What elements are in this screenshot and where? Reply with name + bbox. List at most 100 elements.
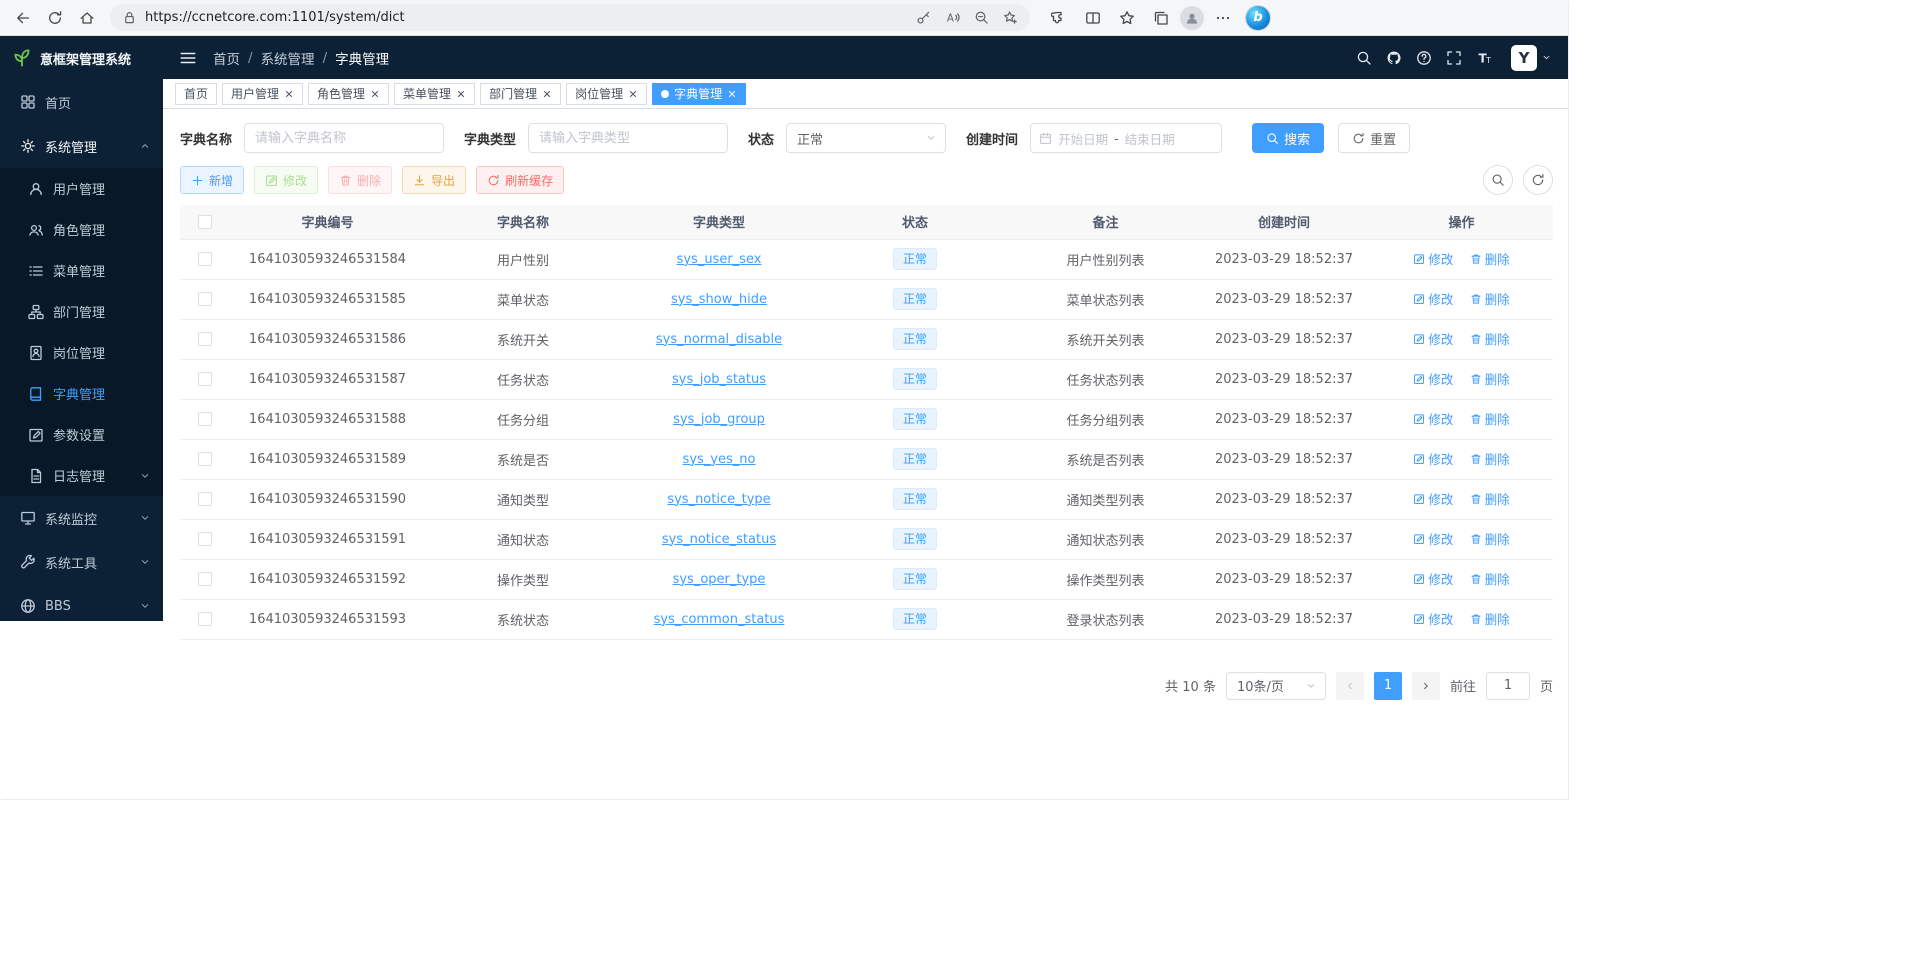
- sidebar-item-home[interactable]: 首页: [0, 80, 163, 124]
- row-edit-link[interactable]: 修改: [1413, 249, 1453, 268]
- row-edit-link[interactable]: 修改: [1413, 609, 1453, 628]
- user-avatar[interactable]: Y: [1511, 45, 1537, 71]
- close-icon[interactable]: [727, 89, 737, 99]
- tab-menu-mgmt[interactable]: 菜单管理: [394, 83, 475, 105]
- close-icon[interactable]: [370, 89, 380, 99]
- avatar-caret-icon[interactable]: [1541, 52, 1552, 63]
- add-favorite-icon[interactable]: [1003, 10, 1018, 25]
- next-page-button[interactable]: [1412, 672, 1440, 700]
- tab-dept-mgmt[interactable]: 部门管理: [480, 83, 561, 105]
- row-delete-link[interactable]: 删除: [1470, 369, 1510, 388]
- fullscreen-icon[interactable]: [1439, 43, 1469, 73]
- sidebar-item-system-tools[interactable]: 系统工具: [0, 540, 163, 584]
- row-checkbox[interactable]: [198, 452, 212, 466]
- row-checkbox[interactable]: [198, 372, 212, 386]
- row-edit-link[interactable]: 修改: [1413, 569, 1453, 588]
- reset-button[interactable]: 重置: [1338, 123, 1410, 153]
- tab-home[interactable]: 首页: [175, 83, 217, 105]
- row-checkbox[interactable]: [198, 492, 212, 506]
- sidebar-item-bbs[interactable]: BBS: [0, 584, 163, 621]
- favorites-icon[interactable]: [1112, 4, 1142, 32]
- browser-home-button[interactable]: [72, 4, 102, 32]
- row-checkbox[interactable]: [198, 252, 212, 266]
- row-checkbox[interactable]: [198, 292, 212, 306]
- row-checkbox[interactable]: [198, 412, 212, 426]
- row-checkbox[interactable]: [198, 332, 212, 346]
- tab-dict-mgmt[interactable]: 字典管理: [652, 83, 746, 105]
- browser-profile-avatar[interactable]: [1180, 6, 1204, 30]
- browser-menu-icon[interactable]: [1208, 4, 1238, 32]
- add-button[interactable]: 新增: [180, 166, 244, 194]
- close-icon[interactable]: [284, 89, 294, 99]
- goto-page-input[interactable]: [1486, 672, 1530, 700]
- row-edit-link[interactable]: 修改: [1413, 329, 1453, 348]
- row-edit-link[interactable]: 修改: [1413, 409, 1453, 428]
- row-edit-link[interactable]: 修改: [1413, 289, 1453, 308]
- row-delete-link[interactable]: 删除: [1470, 249, 1510, 268]
- sidebar-item-dept-mgmt[interactable]: 部门管理: [0, 291, 163, 332]
- current-page-button[interactable]: 1: [1374, 672, 1402, 700]
- row-delete-link[interactable]: 删除: [1470, 409, 1510, 428]
- row-edit-link[interactable]: 修改: [1413, 489, 1453, 508]
- tab-post-mgmt[interactable]: 岗位管理: [566, 83, 647, 105]
- bing-discover-icon[interactable]: b: [1246, 6, 1270, 30]
- search-button[interactable]: 搜索: [1252, 123, 1324, 153]
- row-edit-link[interactable]: 修改: [1413, 369, 1453, 388]
- dict-type-input[interactable]: [528, 123, 728, 153]
- sidebar-item-system-mgmt[interactable]: 系统管理: [0, 124, 163, 168]
- dict-type-link[interactable]: sys_notice_status: [662, 532, 776, 547]
- close-icon[interactable]: [456, 89, 466, 99]
- split-screen-icon[interactable]: [1078, 4, 1108, 32]
- tab-role-mgmt[interactable]: 角色管理: [308, 83, 389, 105]
- row-checkbox[interactable]: [198, 572, 212, 586]
- dict-type-link[interactable]: sys_notice_type: [667, 492, 770, 507]
- refresh-table-button[interactable]: [1523, 165, 1553, 195]
- sidebar-item-post-mgmt[interactable]: 岗位管理: [0, 332, 163, 373]
- dict-type-link[interactable]: sys_job_group: [673, 412, 765, 427]
- sidebar-item-menu-mgmt[interactable]: 菜单管理: [0, 250, 163, 291]
- row-delete-link[interactable]: 删除: [1470, 289, 1510, 308]
- dict-type-link[interactable]: sys_normal_disable: [656, 332, 782, 347]
- status-select[interactable]: 正常: [786, 123, 946, 153]
- dict-type-link[interactable]: sys_user_sex: [677, 252, 762, 267]
- dict-type-link[interactable]: sys_common_status: [654, 612, 785, 627]
- breadcrumb-home[interactable]: 首页: [213, 48, 240, 68]
- tab-user-mgmt[interactable]: 用户管理: [222, 83, 303, 105]
- sidebar-item-role-mgmt[interactable]: 角色管理: [0, 209, 163, 250]
- toggle-search-button[interactable]: [1483, 165, 1513, 195]
- row-delete-link[interactable]: 删除: [1470, 529, 1510, 548]
- row-checkbox[interactable]: [198, 532, 212, 546]
- help-icon[interactable]: [1409, 43, 1439, 73]
- sidebar-item-log-mgmt[interactable]: 日志管理: [0, 455, 163, 496]
- sidebar-item-system-monitor[interactable]: 系统监控: [0, 496, 163, 540]
- export-button[interactable]: 导出: [402, 166, 466, 194]
- close-icon[interactable]: [542, 89, 552, 99]
- dict-name-input[interactable]: [244, 123, 444, 153]
- date-range-picker[interactable]: 开始日期 - 结束日期: [1030, 123, 1222, 153]
- address-bar[interactable]: https://ccnetcore.com:1101/system/dict: [110, 4, 1030, 31]
- sidebar-item-param-settings[interactable]: 参数设置: [0, 414, 163, 455]
- row-edit-link[interactable]: 修改: [1413, 449, 1453, 468]
- start-date-placeholder[interactable]: 开始日期: [1058, 129, 1108, 148]
- breadcrumb-system-mgmt[interactable]: 系统管理: [261, 48, 315, 68]
- row-delete-link[interactable]: 删除: [1470, 489, 1510, 508]
- close-icon[interactable]: [628, 89, 638, 99]
- refresh-cache-button[interactable]: 刷新缓存: [476, 166, 564, 194]
- sidebar-item-user-mgmt[interactable]: 用户管理: [0, 168, 163, 209]
- dict-type-link[interactable]: sys_yes_no: [683, 452, 756, 467]
- dict-type-link[interactable]: sys_job_status: [672, 372, 766, 387]
- prev-page-button[interactable]: [1336, 672, 1364, 700]
- read-aloud-icon[interactable]: [945, 10, 960, 25]
- row-delete-link[interactable]: 删除: [1470, 569, 1510, 588]
- select-all-checkbox[interactable]: [198, 215, 212, 229]
- browser-refresh-button[interactable]: [40, 4, 70, 32]
- dict-type-link[interactable]: sys_oper_type: [673, 572, 766, 587]
- font-size-icon[interactable]: [1469, 43, 1499, 73]
- password-key-icon[interactable]: [916, 10, 931, 25]
- sidebar-item-dict-mgmt[interactable]: 字典管理: [0, 373, 163, 414]
- hamburger-menu-icon[interactable]: [179, 49, 197, 67]
- delete-button[interactable]: 删除: [328, 166, 392, 194]
- page-size-select[interactable]: 10条/页: [1226, 672, 1326, 700]
- end-date-placeholder[interactable]: 结束日期: [1125, 129, 1175, 148]
- row-delete-link[interactable]: 删除: [1470, 609, 1510, 628]
